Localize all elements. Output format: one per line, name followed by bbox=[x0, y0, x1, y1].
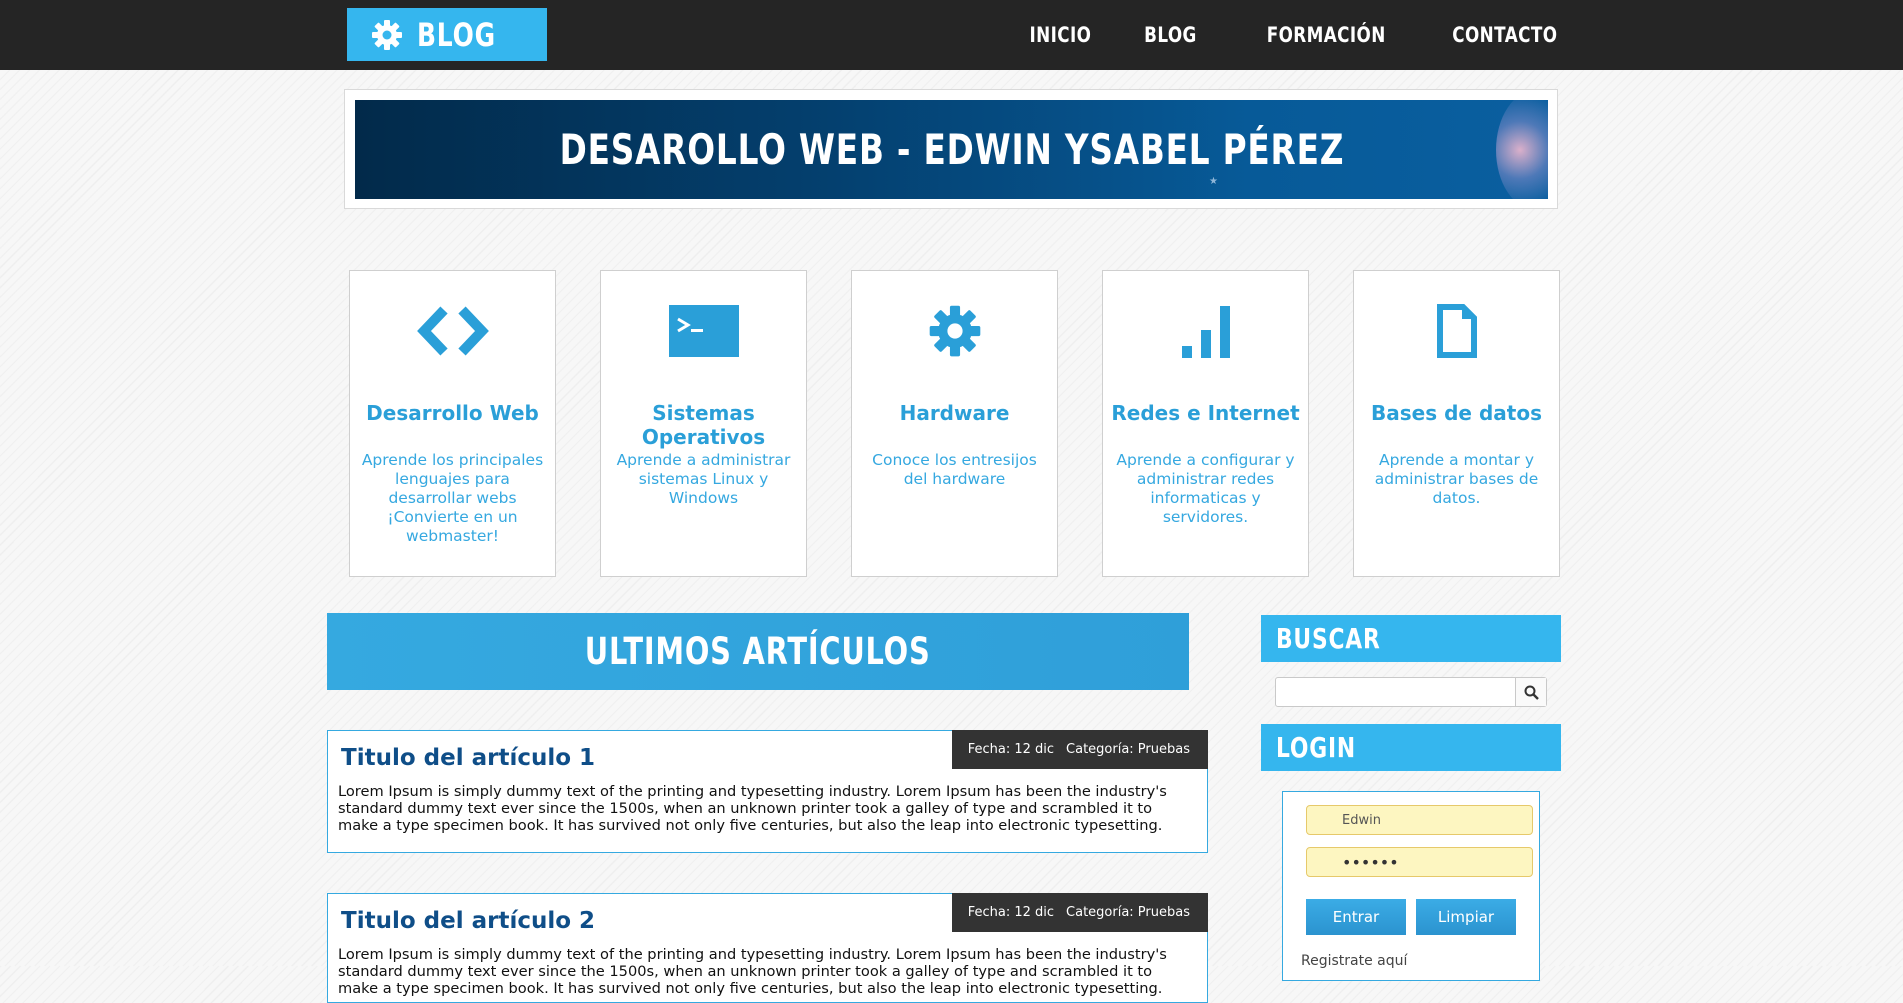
articles-header-title: ULTIMOS ARTÍCULOS bbox=[585, 630, 931, 673]
star-icon: ★ bbox=[1209, 176, 1218, 187]
feature-description: Aprende a montar y administrar bases de … bbox=[1374, 451, 1539, 507]
article-title[interactable]: Titulo del artículo 1 bbox=[341, 745, 595, 771]
code-icon bbox=[350, 301, 555, 361]
brand-logo[interactable]: BLOG bbox=[347, 8, 547, 61]
feature-card-networks[interactable]: Redes e Internet Aprende a configurar y … bbox=[1102, 270, 1309, 577]
feature-title: Desarrollo Web bbox=[366, 401, 539, 425]
brand-label: BLOG bbox=[417, 15, 496, 54]
article-card[interactable]: Fecha: 12 dic Categoría: Pruebas Titulo … bbox=[327, 893, 1208, 1003]
articles-header: ULTIMOS ARTÍCULOS bbox=[327, 613, 1189, 690]
nav-blog[interactable]: BLOG bbox=[1144, 23, 1197, 47]
register-link[interactable]: Registrate aquí bbox=[1301, 953, 1407, 969]
signal-bars-icon bbox=[1103, 301, 1308, 361]
nav-inicio[interactable]: INICIO bbox=[1029, 23, 1091, 47]
terminal-icon bbox=[601, 301, 806, 361]
search-icon bbox=[1524, 685, 1539, 700]
article-category[interactable]: Categoría: Pruebas bbox=[1066, 742, 1190, 757]
feature-description: Conoce los entresijos del hardware bbox=[872, 451, 1037, 488]
document-icon bbox=[1354, 301, 1559, 361]
feature-card-databases[interactable]: Bases de datos Aprende a montar y admini… bbox=[1353, 270, 1560, 577]
main-nav: INICIO BLOG FORMACIÓN CONTACTO bbox=[974, 0, 1557, 70]
login-clear-button[interactable]: Limpiar bbox=[1416, 899, 1516, 935]
feature-card-os[interactable]: Sistemas Operativos Aprende a administra… bbox=[600, 270, 807, 577]
password-field[interactable]: •••••• bbox=[1306, 847, 1533, 877]
gear-icon bbox=[372, 19, 402, 50]
feature-title: Redes e Internet bbox=[1111, 401, 1300, 425]
article-meta: Fecha: 12 dic Categoría: Pruebas bbox=[951, 893, 1208, 932]
article-category[interactable]: Categoría: Pruebas bbox=[1066, 905, 1190, 920]
article-date: Fecha: 12 dic bbox=[967, 742, 1055, 757]
feature-description: Aprende a administrar sistemas Linux y W… bbox=[616, 451, 791, 507]
banner-decoration bbox=[1496, 100, 1548, 199]
feature-description: Aprende los principales lenguajes para d… bbox=[361, 451, 544, 545]
search-widget-header: BUSCAR bbox=[1261, 615, 1561, 662]
feature-title: Sistemas Operativos bbox=[641, 401, 766, 449]
nav-contacto[interactable]: CONTACTO bbox=[1452, 23, 1557, 47]
search-input[interactable] bbox=[1275, 677, 1547, 707]
nav-formacion[interactable]: FORMACIÓN bbox=[1267, 23, 1386, 47]
feature-title: Bases de datos bbox=[1371, 401, 1542, 425]
article-excerpt: Lorem Ipsum is simply dummy text of the … bbox=[338, 783, 1167, 834]
search-widget-title: BUSCAR bbox=[1276, 622, 1381, 655]
login-form: Edwin •••••• Entrar Limpiar Registrate a… bbox=[1282, 791, 1540, 981]
article-title[interactable]: Titulo del artículo 2 bbox=[341, 908, 595, 934]
feature-card-web[interactable]: Desarrollo Web Aprende los principales l… bbox=[349, 270, 556, 577]
login-submit-button[interactable]: Entrar bbox=[1306, 899, 1406, 935]
username-field[interactable]: Edwin bbox=[1306, 805, 1533, 835]
top-navbar: BLOG INICIO BLOG FORMACIÓN CONTACTO bbox=[0, 0, 1903, 70]
feature-title: Hardware bbox=[899, 401, 1010, 425]
article-card[interactable]: Fecha: 12 dic Categoría: Pruebas Titulo … bbox=[327, 730, 1208, 853]
login-widget-title: LOGIN bbox=[1276, 731, 1356, 764]
article-meta: Fecha: 12 dic Categoría: Pruebas bbox=[951, 730, 1208, 769]
article-excerpt: Lorem Ipsum is simply dummy text of the … bbox=[338, 946, 1167, 997]
feature-description: Aprende a configurar y administrar redes… bbox=[1116, 451, 1295, 526]
feature-card-hardware[interactable]: Hardware Conoce los entresijos del hardw… bbox=[851, 270, 1058, 577]
login-widget-header: LOGIN bbox=[1261, 724, 1561, 771]
gear-icon bbox=[852, 301, 1057, 361]
search-button[interactable] bbox=[1515, 678, 1546, 706]
article-date: Fecha: 12 dic bbox=[967, 905, 1055, 920]
banner-frame: DESAROLLO WEB - EDWIN YSABEL PÉREZ ★ bbox=[344, 89, 1558, 209]
banner-title: DESAROLLO WEB - EDWIN YSABEL PÉREZ bbox=[559, 125, 1344, 174]
banner: DESAROLLO WEB - EDWIN YSABEL PÉREZ ★ bbox=[355, 100, 1548, 199]
